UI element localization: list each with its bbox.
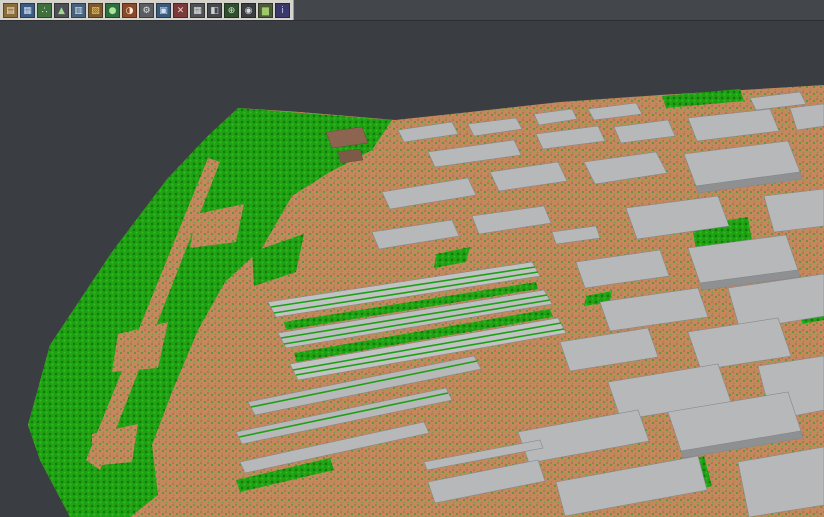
cube-icon[interactable]: ◧ (207, 3, 222, 18)
delete-icon[interactable]: ✕ (173, 3, 188, 18)
app-window: ▤▦∴▲▥▧●◑⚙▣✕▦◧⊕◉▆i (0, 0, 824, 517)
palette-icon[interactable]: ▧ (88, 3, 103, 18)
histogram-icon[interactable]: ▆ (258, 3, 273, 18)
crop-icon[interactable]: ▣ (156, 3, 171, 18)
info-icon[interactable]: i (275, 3, 290, 18)
render-view[interactable] (0, 0, 824, 517)
mesh-icon[interactable]: ▲ (54, 3, 69, 18)
grid-icon[interactable]: ▦ (190, 3, 205, 18)
open-icon[interactable]: ▤ (3, 3, 18, 18)
point-cloud-icon[interactable]: ∴ (37, 3, 52, 18)
camera-icon[interactable]: ◉ (241, 3, 256, 18)
globe-icon[interactable]: ⊕ (224, 3, 239, 18)
settings-icon[interactable]: ⚙ (139, 3, 154, 18)
toolbar: ▤▦∴▲▥▧●◑⚙▣✕▦◧⊕◉▆i (0, 0, 294, 20)
save-icon[interactable]: ▦ (20, 3, 35, 18)
sphere-icon[interactable]: ● (105, 3, 120, 18)
layers-icon[interactable]: ▥ (71, 3, 86, 18)
topbar: ▤▦∴▲▥▧●◑⚙▣✕▦◧⊕◉▆i (0, 0, 824, 21)
contrast-icon[interactable]: ◑ (122, 3, 137, 18)
